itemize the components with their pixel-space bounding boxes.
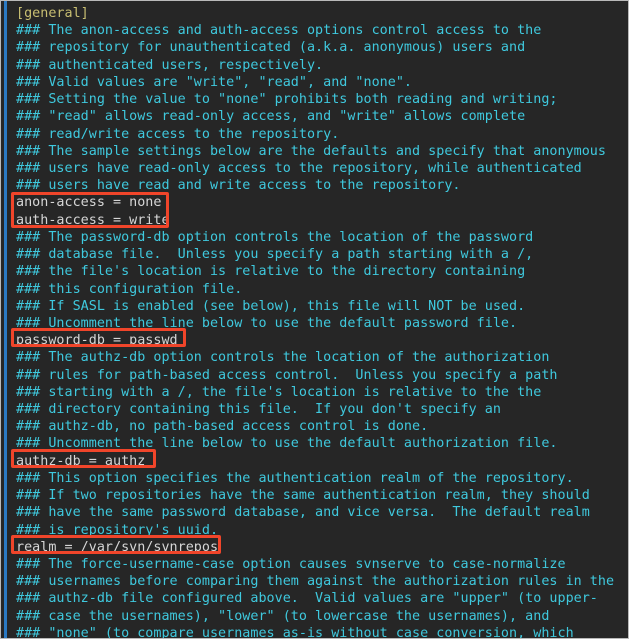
code-line-3[interactable]: ### authenticated users, respectively. bbox=[1, 57, 628, 74]
code-line-10[interactable]: ### users have read and write access to … bbox=[1, 177, 628, 194]
code-line-23[interactable]: ### directory containing this file. If y… bbox=[1, 401, 628, 418]
code-line-22[interactable]: ### starting with a /, the file's locati… bbox=[1, 384, 628, 401]
code-line-29[interactable]: ### have the same password database, and… bbox=[1, 504, 628, 521]
code-line-33[interactable]: ### usernames before comparing them agai… bbox=[1, 573, 628, 590]
code-line-8[interactable]: ### The sample settings below are the de… bbox=[1, 143, 628, 160]
code-line-20[interactable]: ### The authz-db option controls the loc… bbox=[1, 349, 628, 366]
code-line-30[interactable]: ### is repository's uuid. bbox=[1, 522, 628, 539]
code-line-36[interactable]: ### "none" (to compare usernames as-is w… bbox=[1, 625, 628, 638]
code-line-35[interactable]: ### case the usernames), "lower" (to low… bbox=[1, 608, 628, 625]
code-line-15[interactable]: ### the file's location is relative to t… bbox=[1, 263, 628, 280]
code-line-7[interactable]: ### read/write access to the repository. bbox=[1, 126, 628, 143]
code-line-24[interactable]: ### authz-db, no path-based access contr… bbox=[1, 418, 628, 435]
code-editor-window: [general] ### The anon-access and auth-ac… bbox=[0, 0, 629, 639]
code-line-27[interactable]: ### This option specifies the authentica… bbox=[1, 470, 628, 487]
code-line-0[interactable]: [general] bbox=[1, 5, 628, 22]
code-line-4[interactable]: ### Valid values are "write", "read", an… bbox=[1, 74, 628, 91]
editor-gutter-stripe bbox=[4, 1, 7, 638]
code-line-13[interactable]: ### The password-db option controls the … bbox=[1, 229, 628, 246]
code-line-5[interactable]: ### Setting the value to "none" prohibit… bbox=[1, 91, 628, 108]
code-line-1[interactable]: ### The anon-access and auth-access opti… bbox=[1, 22, 628, 39]
code-line-9[interactable]: ### users have read-only access to the r… bbox=[1, 160, 628, 177]
code-line-18[interactable]: ### Uncomment the line below to use the … bbox=[1, 315, 628, 332]
code-line-2[interactable]: ### repository for unauthenticated (a.k.… bbox=[1, 39, 628, 56]
code-line-6[interactable]: ### "read" allows read-only access, and … bbox=[1, 108, 628, 125]
code-line-32[interactable]: ### The force-username-case option cause… bbox=[1, 556, 628, 573]
code-line-17[interactable]: ### If SASL is enabled (see below), this… bbox=[1, 298, 628, 315]
code-line-11[interactable]: anon-access = none bbox=[1, 194, 628, 211]
code-line-26[interactable]: authz-db = authz bbox=[1, 453, 628, 470]
code-line-21[interactable]: ### rules for path-based access control.… bbox=[1, 367, 628, 384]
code-line-25[interactable]: ### Uncomment the line below to use the … bbox=[1, 435, 628, 452]
code-line-28[interactable]: ### If two repositories have the same au… bbox=[1, 487, 628, 504]
code-line-16[interactable]: ### this configuration file. bbox=[1, 281, 628, 298]
code-line-12[interactable]: auth-access = write bbox=[1, 212, 628, 229]
code-line-31[interactable]: realm = /var/svn/svnrepos bbox=[1, 539, 628, 556]
code-content-area[interactable]: [general] ### The anon-access and auth-ac… bbox=[1, 1, 628, 638]
code-line-14[interactable]: ### database file. Unless you specify a … bbox=[1, 246, 628, 263]
code-line-34[interactable]: ### authz-db file configured above. Vali… bbox=[1, 590, 628, 607]
code-line-19[interactable]: password-db = passwd bbox=[1, 332, 628, 349]
